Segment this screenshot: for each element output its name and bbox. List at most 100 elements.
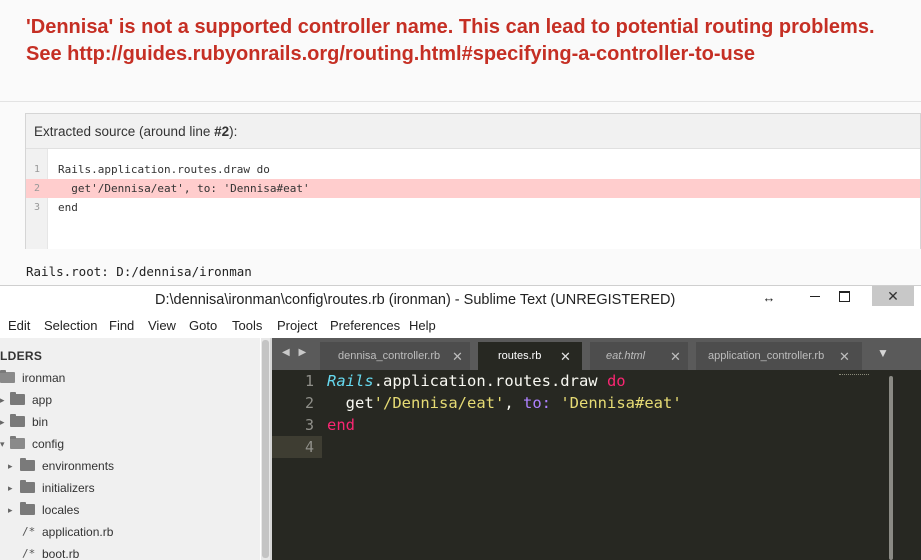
tab-application-controller[interactable]: application_controller.rb ✕ <box>696 342 862 370</box>
tree-item-label: bin <box>32 415 49 429</box>
code-line-2[interactable]: get'/Dennisa/eat', to: 'Dennisa#eat' <box>327 392 682 414</box>
sidebar-scrollbar[interactable] <box>261 338 270 560</box>
tree-item-boot-rb[interactable]: /* boot.rb <box>22 544 250 560</box>
tree-item-ironman[interactable]: ironman <box>0 368 250 390</box>
source-code-block: 1 Rails.application.routes.draw do 2 get… <box>26 148 920 249</box>
code-line-3[interactable]: end <box>327 414 355 436</box>
tree-item-environments[interactable]: ▸ environments <box>8 456 250 478</box>
line-number: 4 <box>304 438 314 456</box>
minimize-icon <box>810 296 820 297</box>
tab-dennisa-controller[interactable]: dennisa_controller.rb ✕ <box>320 342 470 370</box>
tab-bar: ◀ ▶ dennisa_controller.rb ✕ routes.rb ✕ … <box>272 338 921 370</box>
code-token-constant: Rails <box>327 372 374 390</box>
folder-open-icon <box>10 436 25 449</box>
source-line: 3 end <box>26 198 920 217</box>
ruby-file-icon: /* <box>22 547 36 560</box>
tab-label: dennisa_controller.rb <box>338 350 441 362</box>
sidebar: LDERS ironman ▸ app ▸ bin ▾ config ▸ env… <box>0 338 260 560</box>
tree-item-app[interactable]: ▸ app <box>0 390 250 412</box>
close-tab-icon[interactable]: ✕ <box>560 349 571 365</box>
chevron-right-icon[interactable]: ▸ <box>8 461 13 472</box>
line-number: 1 <box>304 372 314 390</box>
menu-selection[interactable]: Selection <box>44 318 97 333</box>
source-line-highlighted: 2 get'/Dennisa/eat', to: 'Dennisa#eat' <box>26 179 920 198</box>
tree-item-config[interactable]: ▾ config <box>0 434 250 456</box>
code-line-1[interactable]: Rails.application.routes.draw do <box>327 370 626 392</box>
chevron-right-icon[interactable]: ▸ <box>0 395 5 406</box>
tab-label: eat.html <box>606 350 646 362</box>
sidebar-scrollbar-thumb[interactable] <box>262 340 269 558</box>
tree-item-label: application.rb <box>42 525 114 539</box>
folder-open-icon <box>0 370 15 383</box>
menu-help[interactable]: Help <box>409 318 436 333</box>
sidebar-header: LDERS <box>0 349 43 363</box>
code-token-symbol: to: <box>523 394 551 412</box>
resize-icon[interactable]: ↔ <box>754 288 784 308</box>
tree-item-initializers[interactable]: ▸ initializers <box>8 478 250 500</box>
tree-item-label: initializers <box>42 481 95 495</box>
source-line-number: 1 <box>33 164 40 175</box>
line-number: 3 <box>304 416 314 434</box>
minimize-button[interactable] <box>800 286 830 306</box>
title-bar[interactable]: D:\dennisa\ironman\config\routes.rb (iro… <box>0 286 921 314</box>
code-token-string: '/Dennisa/eat' <box>373 394 505 412</box>
tab-label: routes.rb <box>498 350 542 362</box>
tab-nav-arrows-icon[interactable]: ◀ ▶ <box>282 347 309 358</box>
menu-tools[interactable]: Tools <box>232 318 262 333</box>
menu-goto[interactable]: Goto <box>189 318 217 333</box>
code-token-text: .application.routes.draw <box>373 372 607 390</box>
source-line-text: get'/Dennisa/eat', to: 'Dennisa#eat' <box>58 182 310 195</box>
source-line-text: Rails.application.routes.draw do <box>58 163 270 176</box>
menu-preferences[interactable]: Preferences <box>330 318 400 333</box>
tab-eat-html[interactable]: eat.html ✕ <box>590 342 688 370</box>
tree-item-application-rb[interactable]: /* application.rb <box>22 522 250 544</box>
menu-view[interactable]: View <box>148 318 176 333</box>
tab-list-dropdown-icon[interactable]: ▼ <box>877 346 889 360</box>
folder-icon <box>10 414 25 427</box>
tree-item-label: environments <box>42 459 115 473</box>
code-token-text: get <box>327 394 374 412</box>
close-tab-icon[interactable]: ✕ <box>670 349 681 365</box>
sublime-window: D:\dennisa\ironman\config\routes.rb (iro… <box>0 285 921 560</box>
maximize-button[interactable] <box>829 286 859 306</box>
code-editor[interactable]: 1 2 3 4 Rails.application.routes.draw do… <box>272 370 921 560</box>
source-line-number: 3 <box>33 202 40 213</box>
menu-find[interactable]: Find <box>109 318 134 333</box>
chevron-right-icon[interactable]: ▸ <box>0 417 5 428</box>
extracted-source-heading: Extracted source (around line #2): <box>34 124 237 139</box>
source-line: 1 Rails.application.routes.draw do <box>26 160 920 179</box>
tab-routes-rb[interactable]: routes.rb ✕ <box>478 342 582 370</box>
code-token-keyword: end <box>327 416 355 434</box>
folder-icon <box>20 480 35 493</box>
maximize-icon <box>838 291 850 302</box>
chevron-down-icon[interactable]: ▾ <box>0 439 5 450</box>
error-title: 'Dennisa' is not a supported controller … <box>26 16 875 65</box>
folder-icon <box>20 458 35 471</box>
extracted-prefix: Extracted source (around line <box>34 124 215 139</box>
tree-item-label: ironman <box>22 371 66 385</box>
folder-icon <box>20 502 35 515</box>
minimap[interactable] <box>839 374 869 379</box>
menu-bar: Edit Selection Find View Goto Tools Proj… <box>0 314 921 338</box>
menu-project[interactable]: Project <box>277 318 317 333</box>
chevron-right-icon[interactable]: ▸ <box>8 505 13 516</box>
ruby-file-icon: /* <box>22 525 36 538</box>
menu-edit[interactable]: Edit <box>8 318 30 333</box>
tree-item-label: boot.rb <box>42 547 80 560</box>
tree-item-locales[interactable]: ▸ locales <box>8 500 250 522</box>
chevron-right-icon[interactable]: ▸ <box>8 483 13 494</box>
source-line-number: 2 <box>33 183 40 194</box>
tree-item-label: locales <box>42 503 80 517</box>
tab-label: application_controller.rb <box>708 350 825 362</box>
close-button[interactable]: ✕ <box>872 286 914 306</box>
tree-item-bin[interactable]: ▸ bin <box>0 412 250 434</box>
extracted-suffix: ): <box>229 124 238 139</box>
close-tab-icon[interactable]: ✕ <box>839 349 850 365</box>
editor-scrollbar[interactable] <box>889 376 893 560</box>
rails-error-page: 'Dennisa' is not a supported controller … <box>0 0 921 290</box>
code-token-string: 'Dennisa#eat' <box>560 394 682 412</box>
close-tab-icon[interactable]: ✕ <box>452 349 463 365</box>
tree-item-label: app <box>32 393 53 407</box>
extracted-line-number: #2 <box>214 124 230 139</box>
divider <box>0 101 921 102</box>
